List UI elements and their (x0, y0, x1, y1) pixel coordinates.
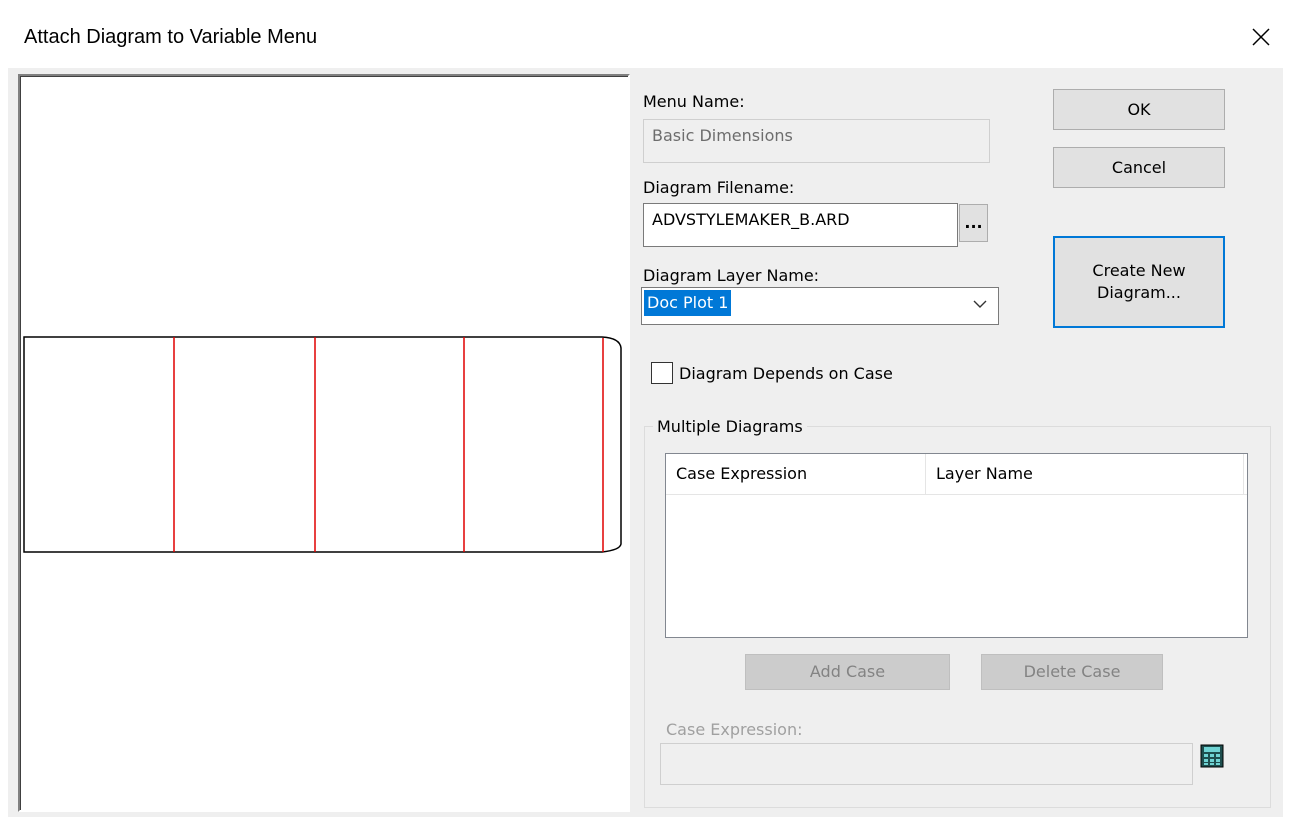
diagram-filename-label: Diagram Filename: (643, 178, 795, 197)
create-new-label-line2: Diagram... (1097, 283, 1181, 302)
create-new-diagram-button[interactable]: Create New Diagram... (1053, 236, 1225, 328)
add-case-button[interactable]: Add Case (745, 654, 950, 690)
depends-on-case-checkbox[interactable] (651, 362, 673, 384)
menu-name-field: Basic Dimensions (643, 119, 990, 163)
case-list-header: Case Expression Layer Name (666, 454, 1247, 495)
diagram-layer-value: Doc Plot 1 (644, 290, 732, 316)
window-title: Attach Diagram to Variable Menu (24, 26, 318, 48)
diagram-outline (23, 336, 622, 553)
diagram-layer-dropdown[interactable]: Doc Plot 1 (641, 287, 999, 325)
create-new-label-line1: Create New (1092, 261, 1186, 280)
menu-name-label: Menu Name: (643, 92, 745, 111)
case-expression-field (660, 743, 1193, 785)
multiple-diagrams-title: Multiple Diagrams (653, 417, 807, 436)
ok-button[interactable]: OK (1053, 89, 1225, 130)
diagram-filename-field[interactable]: ADVSTYLEMAKER_B.ARD (643, 203, 958, 247)
column-header-case-expression[interactable]: Case Expression (666, 454, 926, 494)
close-button[interactable] (1231, 12, 1291, 62)
cancel-button[interactable]: Cancel (1053, 147, 1225, 188)
case-list[interactable]: Case Expression Layer Name (665, 453, 1248, 638)
browse-button[interactable]: ... (959, 204, 988, 242)
title-bar: Attach Diagram to Variable Menu (0, 0, 1291, 68)
dialog-body: Menu Name: Basic Dimensions Diagram File… (8, 68, 1283, 817)
diagram-drawing (23, 336, 622, 553)
close-icon (1252, 28, 1270, 46)
diagram-preview (18, 74, 630, 812)
depends-on-case-label: Diagram Depends on Case (679, 364, 893, 383)
diagram-layer-label: Diagram Layer Name: (643, 266, 820, 285)
calculator-icon[interactable] (1200, 744, 1224, 768)
chevron-down-icon (973, 300, 987, 308)
delete-case-button[interactable]: Delete Case (981, 654, 1163, 690)
case-expression-label: Case Expression: (666, 720, 803, 739)
column-header-layer-name[interactable]: Layer Name (926, 454, 1244, 494)
